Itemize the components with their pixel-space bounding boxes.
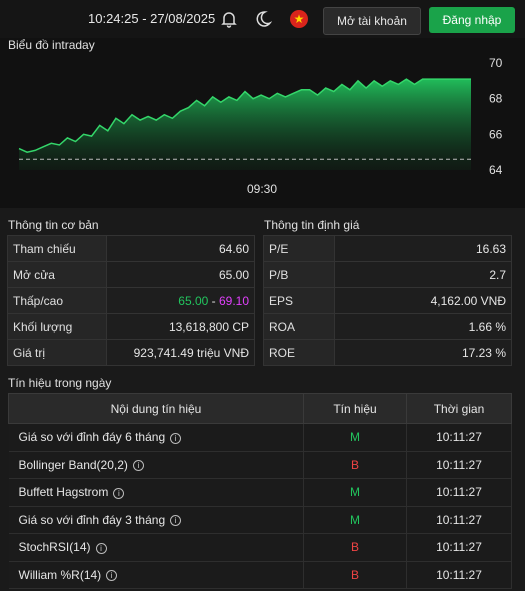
table-row: Thấp/cao 65.00 - 69.10 — [7, 287, 255, 314]
y-tick-label: 70 — [489, 56, 503, 70]
table-row: Giá so với đỉnh đáy 6 tháng i M 10:11:27 — [8, 423, 512, 452]
low-high-separator: - — [208, 293, 219, 308]
signal-time: 10:11:27 — [406, 478, 512, 507]
pb-label: P/B — [263, 261, 335, 288]
bell-icon[interactable] — [220, 10, 238, 28]
table-row: ROA 1.66 % — [263, 313, 512, 340]
pe-label: P/E — [263, 235, 335, 262]
vietnam-flag-icon[interactable]: ★ — [290, 10, 308, 28]
col-time: Thời gian — [406, 393, 512, 424]
y-tick-label: 64 — [489, 163, 503, 177]
trade-value-value: 923,741.49 triệu VNĐ — [106, 339, 255, 366]
table-row: Khối lượng 13,618,800 CP — [7, 313, 255, 340]
signal-time: 10:11:27 — [406, 506, 512, 534]
volume-value: 13,618,800 CP — [106, 313, 255, 340]
pe-value: 16.63 — [334, 235, 512, 262]
signal-name-cell: Buffett Hagstrom i — [8, 478, 304, 507]
signal-name: Giá so với đỉnh đáy 6 tháng — [18, 430, 166, 445]
moon-icon[interactable] — [254, 10, 273, 28]
roe-value: 17.23 % — [334, 339, 512, 366]
signal-value: M — [303, 423, 407, 452]
clock-datetime: 10:24:25 - 27/08/2025 — [88, 11, 216, 26]
signal-value: M — [303, 506, 407, 534]
signal-value: B — [303, 533, 407, 562]
open-account-button[interactable]: Mở tài khoản — [323, 7, 421, 35]
signal-name: Giá so với đỉnh đáy 3 tháng — [18, 512, 166, 527]
valuation-title: Thông tin định giá — [264, 218, 360, 232]
signal-value: B — [303, 561, 407, 589]
roa-value: 1.66 % — [334, 313, 512, 340]
eps-label: EPS — [263, 287, 335, 314]
table-row: Tham chiếu 64.60 — [7, 235, 255, 262]
price-area — [19, 79, 471, 170]
high-price: 69.10 — [218, 293, 249, 308]
volume-label: Khối lượng — [7, 313, 107, 340]
signal-name-cell: William %R(14) i — [8, 561, 304, 589]
info-icon[interactable]: i — [132, 460, 144, 472]
open-price-label: Mở cửa — [7, 261, 107, 288]
signal-name: StochRSI(14) — [18, 540, 91, 555]
signal-name-cell: Giá so với đỉnh đáy 3 tháng i — [8, 506, 304, 534]
table-row: EPS 4,162.00 VNĐ — [263, 287, 512, 314]
signals-table: Nội dung tín hiệu Tín hiệu Thời gian Giá… — [8, 393, 512, 589]
table-row: ROE 17.23 % — [263, 339, 512, 366]
col-signal-content: Nội dung tín hiệu — [8, 393, 304, 424]
table-row: Mở cửa 65.00 — [7, 261, 255, 288]
info-icon[interactable]: i — [106, 570, 118, 582]
low-price: 65.00 — [178, 293, 209, 308]
y-tick-label: 68 — [489, 92, 503, 106]
top-bar: 10:24:25 - 27/08/2025 ★ Mở tài khoản Đăn… — [0, 0, 525, 38]
table-row: Giá trị 923,741.49 triệu VNĐ — [7, 339, 255, 366]
intraday-chart: 70 68 66 64 09:30 — [18, 56, 503, 196]
signal-name: Bollinger Band(20,2) — [18, 457, 128, 472]
info-icon[interactable]: i — [170, 432, 182, 444]
info-icon[interactable]: i — [113, 487, 125, 499]
roa-label: ROA — [263, 313, 335, 340]
signal-name-cell: Bollinger Band(20,2) i — [8, 451, 304, 479]
signal-name-cell: Giá so với đỉnh đáy 6 tháng i — [8, 423, 304, 452]
trade-value-label: Giá trị — [7, 339, 107, 366]
login-button[interactable]: Đăng nhập — [429, 7, 515, 33]
signal-time: 10:11:27 — [406, 561, 512, 589]
signal-time: 10:11:27 — [406, 423, 512, 452]
basic-info-title: Thông tin cơ bản — [8, 218, 99, 232]
low-high-value: 65.00 - 69.10 — [106, 287, 255, 314]
table-row: StochRSI(14) i B 10:11:27 — [8, 533, 512, 562]
table-row: P/E 16.63 — [263, 235, 512, 262]
x-tick-label: 09:30 — [247, 182, 277, 196]
signals-title: Tín hiệu trong ngày — [8, 376, 112, 390]
col-signal: Tín hiệu — [303, 393, 407, 424]
ref-price-label: Tham chiếu — [7, 235, 107, 262]
open-price-value: 65.00 — [106, 261, 255, 288]
signal-name: William %R(14) — [18, 567, 102, 582]
signal-time: 10:11:27 — [406, 533, 512, 562]
table-row: Giá so với đỉnh đáy 3 tháng i M 10:11:27 — [8, 506, 512, 534]
eps-value: 4,162.00 VNĐ — [334, 287, 512, 314]
signal-name: Buffett Hagstrom — [18, 485, 109, 500]
ref-price-value: 64.60 — [106, 235, 255, 262]
basic-info-table: Tham chiếu 64.60 Mở cửa 65.00 Thấp/cao 6… — [7, 235, 255, 366]
intraday-chart-panel: Biểu đồ intraday 70 68 66 64 09:30 — [0, 38, 525, 208]
signal-time: 10:11:27 — [406, 451, 512, 479]
pb-value: 2.7 — [334, 261, 512, 288]
valuation-table: P/E 16.63 P/B 2.7 EPS 4,162.00 VNĐ ROA 1… — [263, 235, 512, 366]
signal-value: B — [303, 451, 407, 479]
info-icon[interactable]: i — [95, 542, 107, 554]
table-row: P/B 2.7 — [263, 261, 512, 288]
info-icon[interactable]: i — [170, 515, 182, 527]
low-high-label: Thấp/cao — [7, 287, 107, 314]
roe-label: ROE — [263, 339, 335, 366]
signal-value: M — [303, 478, 407, 507]
table-row: William %R(14) i B 10:11:27 — [8, 561, 512, 589]
table-row: Buffett Hagstrom i M 10:11:27 — [8, 478, 512, 507]
table-row: Bollinger Band(20,2) i B 10:11:27 — [8, 451, 512, 479]
signal-name-cell: StochRSI(14) i — [8, 533, 304, 562]
y-tick-label: 66 — [489, 127, 503, 141]
table-header-row: Nội dung tín hiệu Tín hiệu Thời gian — [8, 393, 512, 424]
